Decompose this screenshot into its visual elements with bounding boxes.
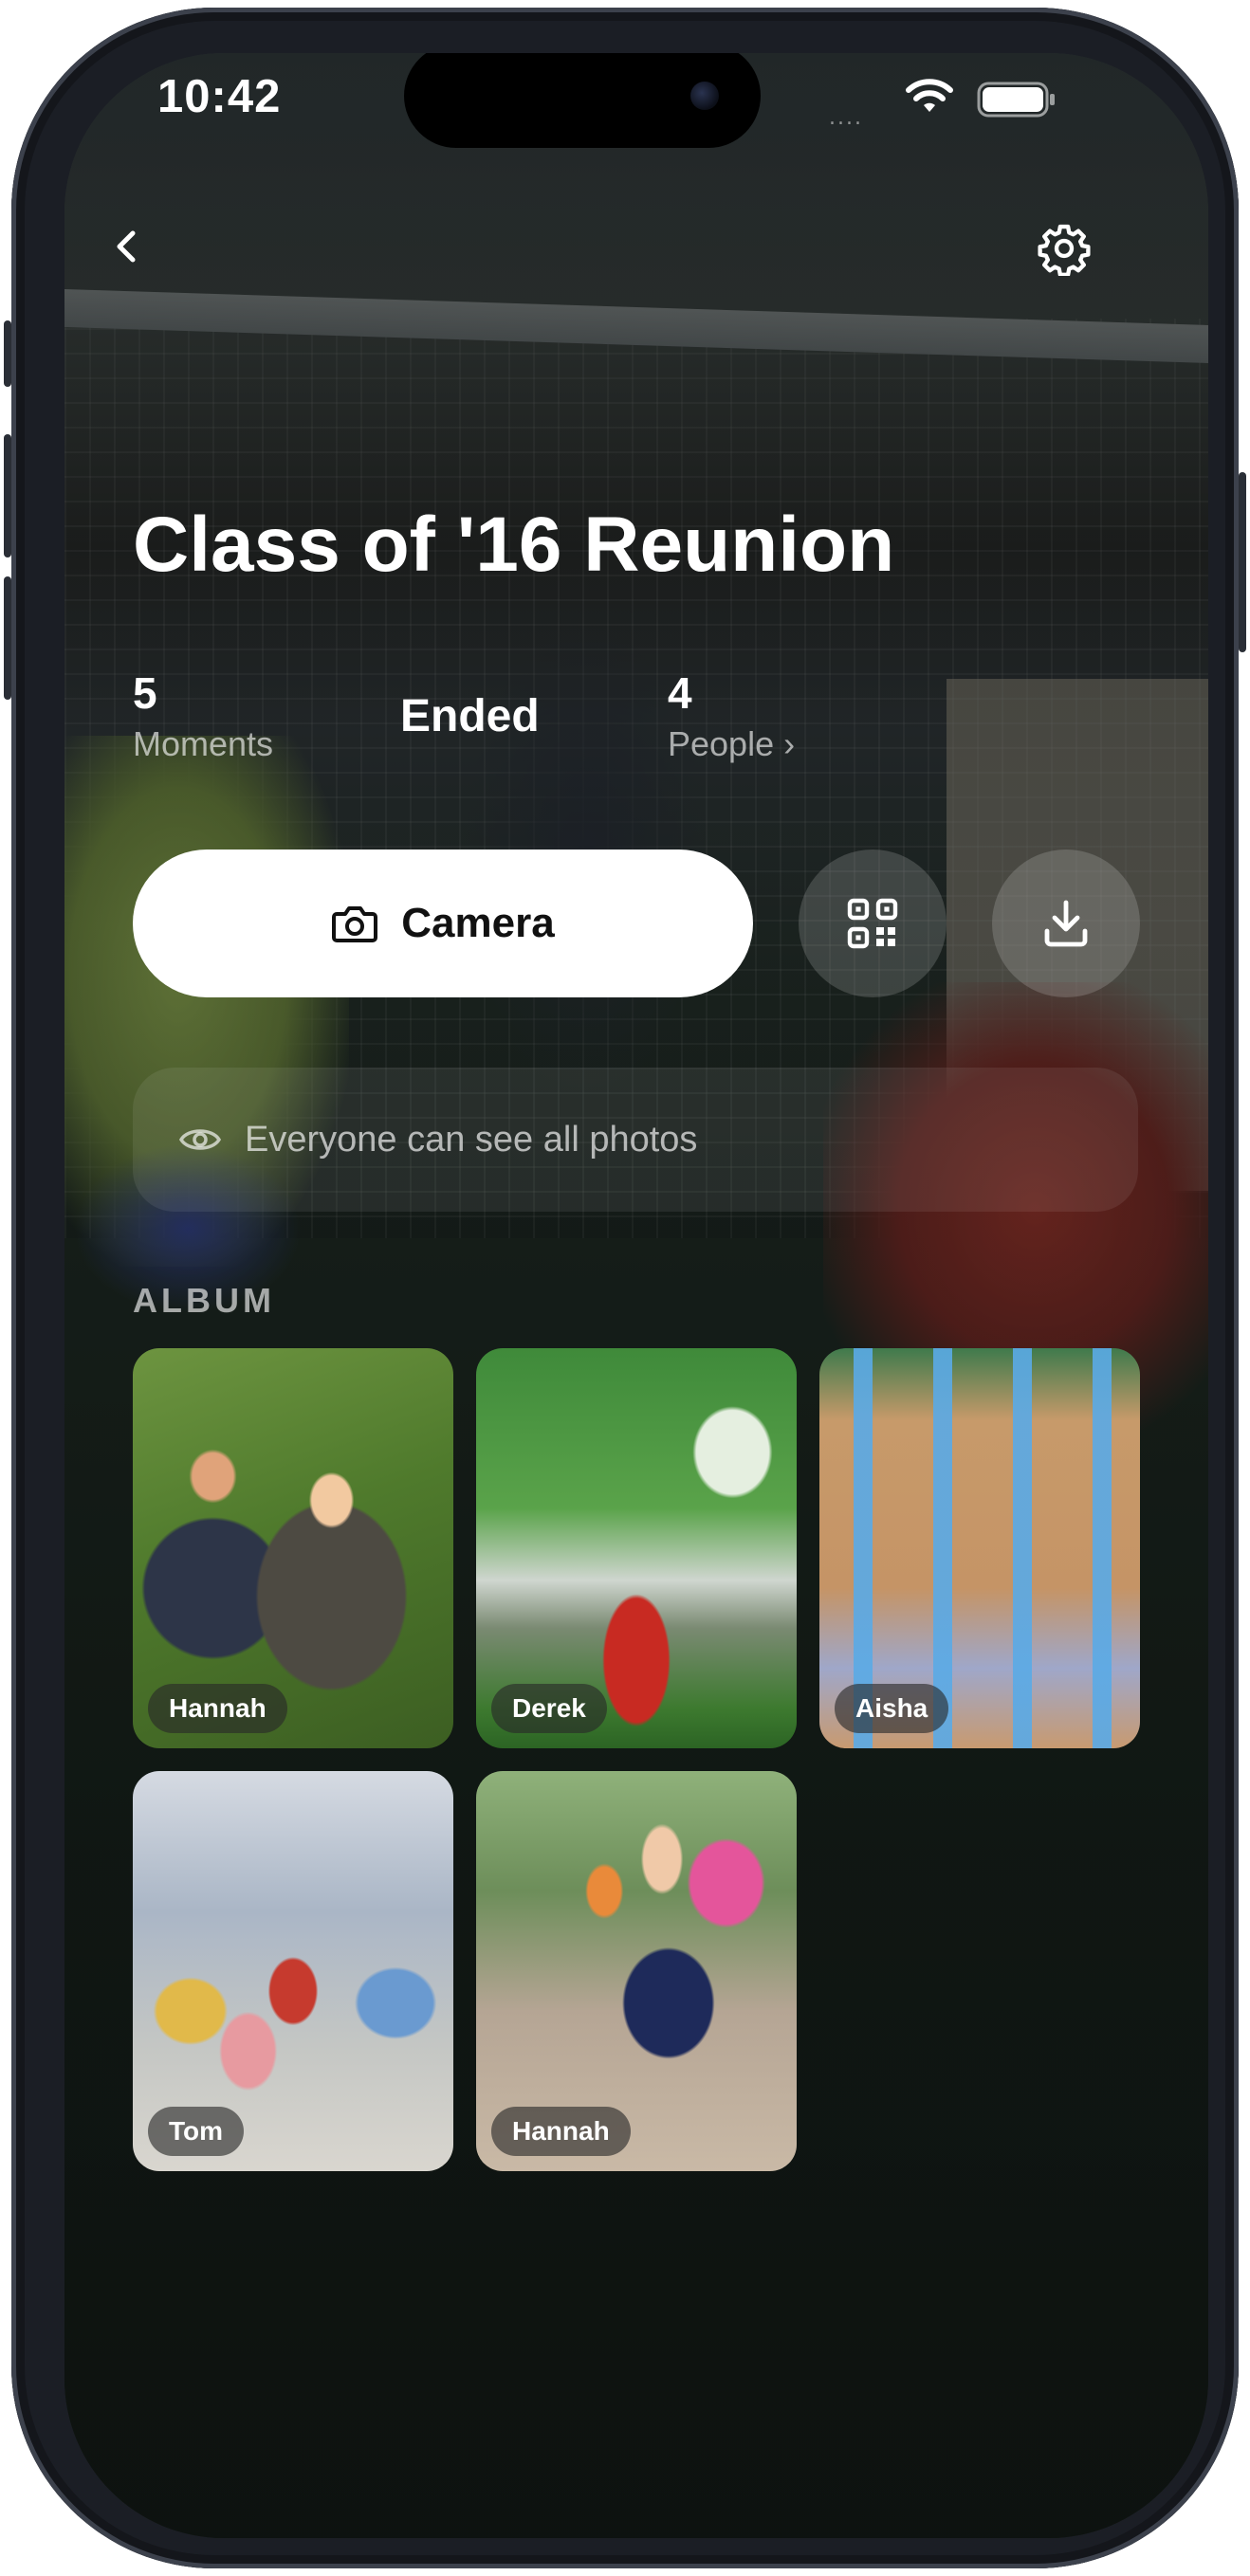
back-button[interactable] xyxy=(87,207,167,286)
power-button xyxy=(1239,472,1246,652)
album-photo[interactable]: Aisha xyxy=(819,1348,1140,1748)
download-icon xyxy=(1044,900,1088,947)
photo-author-tag: Tom xyxy=(148,2107,245,2156)
status-time: 10:42 xyxy=(157,71,282,122)
album-photo[interactable]: Tom xyxy=(133,1771,453,2171)
album-photo[interactable]: Hannah xyxy=(476,1771,797,2171)
people-count: 4 xyxy=(668,668,692,718)
camera-icon xyxy=(332,906,378,942)
moments-count: 5 xyxy=(133,668,157,718)
settings-button[interactable] xyxy=(1024,209,1104,288)
volume-down-button xyxy=(4,576,11,700)
wifi-icon xyxy=(905,78,954,119)
visibility-notice: Everyone can see all photos xyxy=(133,1068,1138,1212)
chevron-left-icon xyxy=(117,230,136,263)
album-photo[interactable]: Derek xyxy=(476,1348,797,1748)
battery-icon xyxy=(977,82,1057,121)
people-label: People › xyxy=(668,724,796,763)
front-camera xyxy=(690,82,719,110)
photo-author-tag: Aisha xyxy=(835,1684,949,1733)
camera-label: Camera xyxy=(401,900,555,946)
volume-up-button xyxy=(4,434,11,557)
album-photo[interactable]: Hannah xyxy=(133,1348,453,1748)
eye-icon xyxy=(178,1129,222,1150)
dynamic-island xyxy=(404,53,761,148)
qr-code-button[interactable] xyxy=(799,850,947,997)
screen: 10:42 .... Class of '16 Reunion 5 Moment… xyxy=(64,53,1208,2538)
event-status: Ended xyxy=(400,691,540,741)
people-stat[interactable]: 4 People › xyxy=(668,667,795,764)
download-button[interactable] xyxy=(992,850,1140,997)
phone-frame: 10:42 .... Class of '16 Reunion 5 Moment… xyxy=(4,8,1246,2568)
action-button xyxy=(4,320,11,387)
qr-code-icon xyxy=(847,898,898,949)
photo-author-tag: Hannah xyxy=(491,2107,631,2156)
signal-icon: .... xyxy=(829,106,863,130)
album-heading: ALBUM xyxy=(133,1281,275,1320)
photo-author-tag: Hannah xyxy=(148,1684,287,1733)
moments-label: Moments xyxy=(133,724,274,763)
camera-button[interactable]: Camera xyxy=(133,850,753,997)
visibility-text: Everyone can see all photos xyxy=(245,1119,698,1160)
event-title: Class of '16 Reunion xyxy=(133,502,895,588)
photo-author-tag: Derek xyxy=(491,1684,607,1733)
moments-stat: 5 Moments xyxy=(133,667,273,764)
gear-icon xyxy=(1038,224,1091,276)
